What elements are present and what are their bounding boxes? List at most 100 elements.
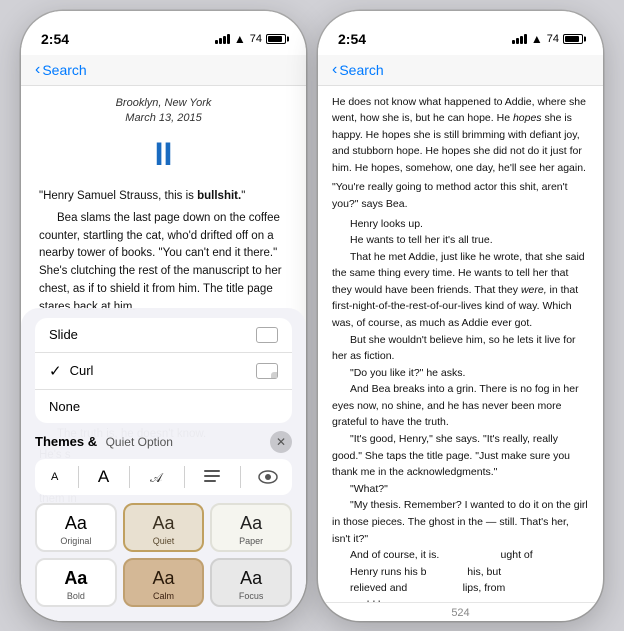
close-button[interactable]: ✕ [270,431,292,453]
theme-bold-inner: Aa Bold [37,560,115,605]
themes-grid: Aa Original Aa Quiet Aa [35,503,292,607]
theme-calm[interactable]: Aa Calm [123,558,205,607]
signal-bar-3 [223,36,226,44]
divider-2 [129,466,130,488]
wifi-icon-right: ▲ [531,32,543,46]
svg-text:𝒜: 𝒜 [150,470,164,485]
eye-icon [258,470,278,484]
transition-none[interactable]: None [35,390,292,423]
signal-bar-r2 [516,38,519,44]
r-para-5: But she wouldn't believe him, so he lets… [332,332,589,365]
wifi-icon: ▲ [234,32,246,46]
status-icons-left: ▲ 74 [215,32,286,46]
r-para-7: And Bea breaks into a grin. There is no … [332,381,589,431]
r-para-6: "Do you like it?" he asks. [332,365,589,382]
r-para-4: That he met Addie, just like he wrote, t… [332,249,589,332]
nav-bar-right: ‹ Search [318,55,603,86]
chevron-left-icon-right: ‹ [332,61,337,79]
theme-paper[interactable]: Aa Paper [210,503,292,552]
page-number-bar: 524 [318,602,603,621]
chapter-location: Brooklyn, New YorkMarch 13, 2015 [39,96,288,127]
r-para-12: Henry runs his b his, but [332,564,589,581]
chevron-left-icon: ‹ [35,61,40,79]
time-left: 2:54 [41,31,69,47]
font-increase-button[interactable]: A [92,465,115,489]
theme-original-inner: Aa Original [37,505,115,550]
r-para-0: He does not know what happened to Addie,… [332,94,589,177]
theme-focus[interactable]: Aa Focus [210,558,292,607]
status-bar-left: 2:54 ▲ 74 [21,11,306,55]
battery-fill [268,36,282,42]
chapter-header: Brooklyn, New YorkMarch 13, 2015 II [39,96,288,180]
list-icon [204,470,220,484]
themes-subtitle: Quiet Option [106,435,173,449]
themes-title: Themes & [35,434,97,449]
battery-percent: 74 [250,33,262,45]
para-1: Bea slams the last page down on the coff… [39,210,288,317]
theme-bold-label: Bold [67,591,85,601]
theme-calm-inner: Aa Calm [125,560,203,605]
battery-fill-right [565,36,579,42]
signal-icon [215,34,230,44]
font-list-button[interactable] [198,465,226,489]
theme-quiet[interactable]: Aa Quiet [123,503,205,552]
font-style-button[interactable]: 𝒜 [143,465,171,489]
nav-bar-left: ‹ Search [21,55,306,86]
check-icon: ✓ [49,362,62,380]
battery-percent-right: 74 [547,33,559,45]
divider-1 [78,466,79,488]
r-para-9: "What?" [332,481,589,498]
page-number: 524 [451,607,469,619]
r-para-11: And of course, it is. ught of [332,547,589,564]
reading-content-right: He does not know what happened to Addie,… [318,86,603,602]
back-button-right[interactable]: ‹ Search [332,61,384,79]
theme-calm-label: Calm [153,591,174,601]
status-icons-right: ▲ 74 [512,32,583,46]
font-decrease-button[interactable]: A [45,469,64,485]
eye-button[interactable] [254,465,282,489]
transition-slide[interactable]: Slide [35,318,292,353]
theme-focus-aa: Aa [240,568,262,589]
transition-curl[interactable]: ✓ Curl [35,353,292,390]
theme-original-label: Original [60,536,91,546]
r-para-13: relieved and lips, from [332,580,589,597]
phone-right: 2:54 ▲ 74 ‹ [318,11,603,621]
signal-icon-right [512,34,527,44]
theme-focus-inner: Aa Focus [212,560,290,605]
slide-icon [256,327,278,343]
signal-bar-4 [227,34,230,44]
theme-quiet-aa: Aa [152,513,174,534]
signal-bar-1 [215,40,218,44]
divider-3 [184,466,185,488]
theme-original[interactable]: Aa Original [35,503,117,552]
r-para-2: Henry looks up. [332,216,589,233]
transition-row: Slide ✓ Curl None [35,318,292,423]
r-para-8: "It's good, Henry," she says. "It's real… [332,431,589,481]
battery-icon [266,34,286,44]
signal-bar-r1 [512,40,515,44]
r-para-3: He wants to tell her it's all true. [332,232,589,249]
theme-bold[interactable]: Aa Bold [35,558,117,607]
overlay-panel: Slide ✓ Curl None Themes & [21,308,306,621]
theme-focus-label: Focus [239,591,264,601]
back-label-right: Search [339,62,383,78]
slide-label: Slide [49,327,78,342]
time-right: 2:54 [338,31,366,47]
signal-bar-2 [219,38,222,44]
back-label-left: Search [42,62,86,78]
font-controls-row: A A 𝒜 [35,459,292,495]
status-bar-right: 2:54 ▲ 74 [318,11,603,55]
theme-quiet-label: Quiet [153,536,175,546]
font-style-icon: 𝒜 [148,468,166,486]
para-0: "Henry Samuel Strauss, this is bullshit.… [39,188,288,206]
signal-bar-r3 [520,36,523,44]
themes-header-row: Themes & Quiet Option ✕ [35,431,292,453]
theme-calm-aa: Aa [152,568,174,589]
curl-icon [256,363,278,379]
none-label: None [49,399,80,414]
r-para-1: "You're really going to method actor thi… [332,179,589,212]
chapter-numeral: II [39,130,288,180]
curl-label: Curl [70,363,256,378]
theme-paper-inner: Aa Paper [212,505,290,550]
back-button-left[interactable]: ‹ Search [35,61,87,79]
